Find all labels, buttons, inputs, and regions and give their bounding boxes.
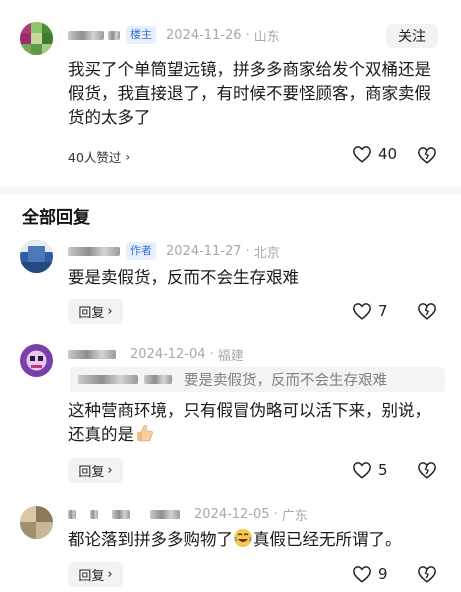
like-button[interactable]: 5: [352, 461, 388, 479]
reply-time: 2024-12-04: [130, 346, 206, 362]
username-redacted[interactable]: [68, 246, 120, 256]
reply-location: 北京: [253, 245, 280, 261]
reply-location: 广东: [281, 508, 308, 524]
section-title: 全部回复: [22, 208, 90, 228]
heart-icon: [353, 566, 371, 583]
quoted-reply[interactable]: 要是卖假货，反而不会生存艰难: [70, 367, 445, 392]
reply-meta: 2024-12-04 · 福建: [68, 343, 244, 365]
dislike-icon[interactable]: [417, 565, 437, 583]
dislike-icon[interactable]: [417, 461, 437, 479]
username-redacted: [112, 509, 130, 519]
avatar[interactable]: [20, 22, 53, 55]
username-redacted[interactable]: [68, 509, 76, 519]
username-redacted: [108, 30, 120, 40]
reply-label: 回复: [78, 569, 105, 584]
rolling-laugh-emoji: [234, 529, 252, 547]
comment-meta: 楼主 2024-11-26 · 山东: [68, 24, 280, 46]
reply-button[interactable]: 回复 ›: [68, 299, 123, 324]
username-redacted: [90, 509, 98, 519]
likers-label: 40人赞过: [68, 150, 122, 165]
dislike-icon[interactable]: [417, 146, 437, 164]
reply-button[interactable]: 回复 ›: [68, 458, 123, 483]
chevron-right-icon: ›: [125, 149, 131, 164]
avatar[interactable]: [20, 506, 53, 539]
username-redacted: [144, 375, 172, 384]
reply-button[interactable]: 回复 ›: [68, 562, 123, 587]
like-button[interactable]: 7: [352, 302, 388, 320]
username-redacted[interactable]: [68, 349, 116, 359]
reply-meta: 2024-12-05 · 广东: [68, 503, 308, 525]
reply-meta: 作者 2024-11-27 · 北京: [68, 240, 280, 262]
avatar[interactable]: [20, 240, 53, 273]
chevron-right-icon: ›: [107, 463, 113, 478]
username-redacted[interactable]: [68, 30, 104, 40]
reply-label: 回复: [78, 306, 105, 321]
like-count: 9: [378, 565, 388, 583]
like-count: 7: [378, 302, 388, 320]
separator-dot: ·: [273, 506, 278, 522]
follow-button[interactable]: 关注: [386, 24, 438, 48]
reply-label: 回复: [78, 465, 105, 480]
comment-text: 我买了个单筒望远镜，拼多多商家给发个双桶还是假货，我直接退了，有时候不要怪顾客，…: [68, 60, 431, 127]
like-count: 5: [378, 461, 388, 479]
reply-time: 2024-11-27: [166, 243, 242, 259]
reply-text: 要是卖假货，反而不会生存艰难: [68, 268, 299, 287]
reply-time: 2024-12-05: [194, 506, 270, 522]
heart-icon: [353, 146, 371, 163]
thumbs-up-emoji: [137, 425, 153, 442]
avatar[interactable]: [20, 344, 53, 377]
separator-dot: ·: [245, 243, 250, 259]
likers-link[interactable]: 40人赞过 ›: [68, 147, 130, 166]
separator-dot: ·: [245, 27, 250, 43]
like-button[interactable]: 40: [352, 145, 397, 163]
username-redacted: [78, 375, 138, 384]
author-badge: 作者: [126, 242, 156, 260]
chevron-right-icon: ›: [107, 304, 113, 319]
reply-text: 这种营商环境，只有假冒伪略可以活下来，别说，还真的是: [68, 399, 446, 447]
reply-text-before: 都论落到拼多多购物了: [68, 530, 233, 549]
username-redacted: [150, 509, 180, 519]
reply-text-body: 这种营商环境，只有假冒伪略可以活下来，别说，还真的是: [68, 401, 431, 444]
separator-dot: ·: [209, 346, 214, 362]
chevron-right-icon: ›: [107, 567, 113, 582]
dislike-icon[interactable]: [417, 302, 437, 320]
quoted-text: 要是卖假货，反而不会生存艰难: [184, 373, 387, 389]
like-count: 40: [378, 145, 398, 163]
reply-text-after: 真假已经无所谓了。: [253, 530, 402, 549]
comment-location: 山东: [253, 29, 280, 45]
section-divider: [0, 187, 461, 195]
reply-location: 福建: [217, 348, 244, 364]
comment-time: 2024-11-26: [166, 27, 242, 43]
heart-icon: [353, 462, 371, 479]
like-button[interactable]: 9: [352, 565, 388, 583]
op-badge: 楼主: [126, 26, 156, 44]
heart-icon: [353, 303, 371, 320]
reply-text: 都论落到拼多多购物了 真假已经无所谓了。: [68, 528, 446, 552]
